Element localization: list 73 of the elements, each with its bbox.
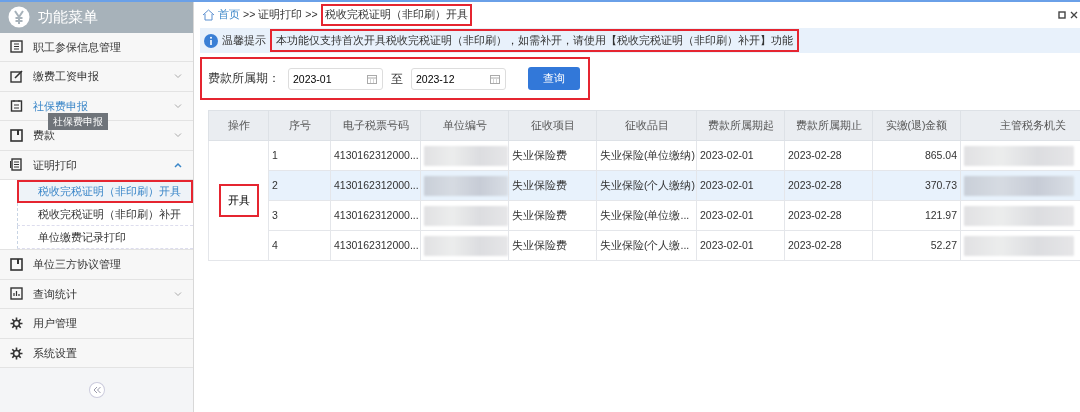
table-cell: 2023-02-01: [700, 178, 754, 191]
column-header: 主管税务机关: [960, 110, 1080, 141]
column-header: 单位编号: [420, 110, 509, 141]
table-cell: 52.27: [930, 238, 957, 251]
table-cell: 2023-02-28: [788, 178, 842, 191]
query-button[interactable]: 查询: [528, 67, 580, 90]
breadcrumb-link[interactable]: 首页: [218, 7, 240, 23]
list-icon: [10, 40, 23, 54]
table-cell: 2: [272, 178, 278, 191]
table-cell: 失业保险费: [512, 238, 567, 251]
sidebar-title: 功能菜单: [38, 7, 98, 27]
table-cell: 121.97: [924, 208, 957, 221]
tooltip: 社保费申报: [48, 113, 108, 130]
table-cell: 2023-02-28: [788, 208, 842, 221]
gear-icon: [10, 346, 23, 360]
double-chevron-left-icon: [92, 386, 101, 395]
table-cell: 失业保险费: [512, 178, 567, 191]
table-cell: 失业保险费: [512, 148, 567, 161]
column-header: 实缴(退)金额: [872, 110, 961, 141]
book-icon: [10, 128, 23, 142]
table-cell: 失业保险(个人缴...: [600, 238, 690, 251]
column-header: 征收品目: [596, 110, 697, 141]
table-cell: 4130162312000...: [334, 148, 419, 161]
table-cell: 失业保险费: [512, 208, 567, 221]
clipboard-icon: [10, 99, 23, 113]
gear-icon: [10, 317, 23, 330]
table-cell: 4: [272, 238, 278, 251]
table-cell: 4130162312000...: [334, 178, 419, 191]
info-icon: [204, 33, 218, 48]
book-icon: [10, 257, 23, 271]
edit-icon: [10, 69, 23, 83]
table-cell: 370.73: [924, 178, 957, 191]
home-icon: [202, 9, 215, 21]
table-cell: 2023-02-01: [700, 208, 754, 221]
column-header: 征收项目: [508, 110, 597, 141]
maximize-icon[interactable]: [1058, 11, 1066, 19]
date-field[interactable]: 2023-01: [288, 67, 383, 90]
document-icon: [10, 158, 23, 172]
column-header: 费款所属期起: [696, 110, 785, 141]
table-cell: 3: [272, 208, 278, 221]
column-header: 费款所属期止: [784, 110, 873, 141]
issue-button[interactable]: 开具: [218, 184, 259, 217]
table-cell: 2023-02-01: [700, 148, 754, 161]
chart-icon: [10, 287, 23, 301]
table-cell: 失业保险(个人缴纳): [600, 178, 695, 191]
table-cell: 1: [272, 148, 278, 161]
table-cell: 4130162312000...: [334, 238, 419, 251]
column-header: 序号: [268, 110, 331, 141]
calendar-icon: [367, 73, 377, 84]
date-field[interactable]: 2023-12: [411, 67, 506, 90]
close-icon[interactable]: [1070, 11, 1078, 19]
table-cell: 2023-02-28: [788, 148, 842, 161]
submenu-item[interactable]: 单位缴费记录打印: [17, 226, 193, 250]
breadcrumb-separator: >>: [243, 7, 256, 23]
breadcrumb-item: 税收完税证明（非印刷）开具: [320, 4, 472, 26]
breadcrumb-item: 证明打印: [258, 7, 303, 23]
submenu-item[interactable]: 税收完税证明（非印刷）补开: [17, 203, 193, 227]
column-header: 操作: [208, 110, 269, 141]
table-cell: 失业保险(单位缴纳): [600, 148, 695, 161]
column-header: 电子税票号码: [330, 110, 421, 141]
filter-label: 费款所属期：: [208, 70, 280, 86]
notice-label: 温馨提示: [222, 33, 266, 49]
yen-icon: [8, 6, 30, 29]
table-cell: 2023-02-01: [700, 238, 754, 251]
notice-text: 本功能仅支持首次开具税收完税证明（非印刷），如需补开，请使用【税收完税证明（非印刷）补开】功能: [270, 28, 799, 53]
table-cell: 865.04: [924, 148, 957, 161]
breadcrumb-separator: >>: [305, 7, 318, 23]
submenu-item[interactable]: 税收完税证明（非印刷）开具: [17, 180, 193, 204]
table-cell: 2023-02-28: [788, 238, 842, 251]
table-cell: 4130162312000...: [334, 208, 419, 221]
table-cell: 失业保险(单位缴...: [600, 208, 690, 221]
range-separator: 至: [391, 70, 403, 88]
calendar-icon: [490, 73, 500, 84]
